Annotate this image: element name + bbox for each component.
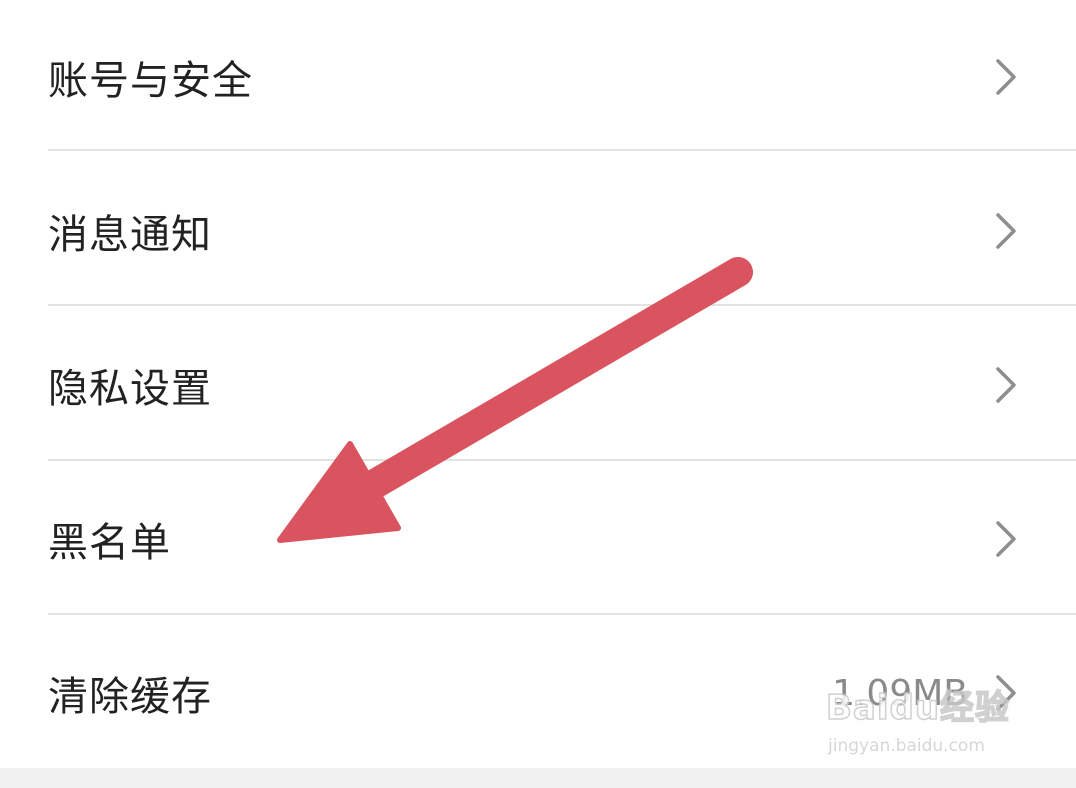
- footer-background: [0, 768, 1076, 788]
- chevron-right-icon: [996, 367, 1016, 403]
- settings-item-label: 消息通知: [48, 212, 212, 258]
- settings-item-blacklist[interactable]: 黑名单: [0, 462, 1076, 616]
- divider: [48, 304, 1076, 306]
- divider: [48, 149, 1076, 151]
- settings-item-clear-cache[interactable]: 清除缓存 1.09MB: [0, 616, 1076, 770]
- chevron-right-icon: [996, 213, 1016, 249]
- divider: [48, 459, 1076, 461]
- settings-item-notifications[interactable]: 消息通知: [0, 154, 1076, 308]
- chevron-right-icon: [996, 59, 1016, 95]
- settings-item-label: 隐私设置: [48, 366, 212, 412]
- settings-screen: 账号与安全 消息通知 隐私设置 黑名单 清除缓存 1.09MB Baidu经验 …: [0, 0, 1076, 788]
- settings-item-account-security[interactable]: 账号与安全: [0, 0, 1076, 154]
- divider: [48, 613, 1076, 615]
- chevron-right-icon: [996, 675, 1016, 711]
- settings-item-label: 黑名单: [48, 520, 171, 566]
- cache-size-value: 1.09MB: [832, 672, 968, 714]
- chevron-right-icon: [996, 521, 1016, 557]
- settings-item-label: 账号与安全: [48, 58, 253, 104]
- settings-item-privacy[interactable]: 隐私设置: [0, 308, 1076, 462]
- settings-item-label: 清除缓存: [48, 674, 212, 720]
